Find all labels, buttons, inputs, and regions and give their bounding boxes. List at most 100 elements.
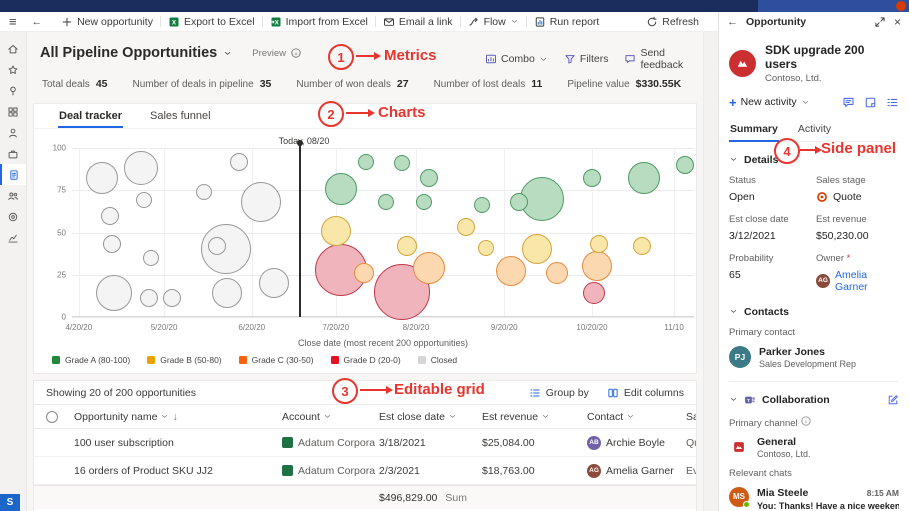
chart-bubble-grade-closed[interactable] — [140, 289, 158, 307]
panel-tab-summary[interactable]: Summary — [729, 119, 779, 141]
chart-bubble-grade-closed[interactable] — [143, 250, 159, 266]
compose-icon[interactable] — [887, 394, 899, 406]
toolbar-flow[interactable]: Flow — [461, 12, 526, 31]
new-activity-button[interactable]: New activity — [741, 96, 797, 108]
sidebar-item-home[interactable] — [0, 38, 26, 59]
toolbar-run-report[interactable]: Run report — [527, 12, 607, 31]
sidebar-item-accounts[interactable] — [0, 122, 26, 143]
filters-button[interactable]: Filters — [564, 53, 609, 65]
sidebar-item-recent[interactable] — [0, 59, 26, 80]
chart-bubble-grade-C[interactable] — [413, 252, 445, 284]
chart-bubble-grade-C[interactable] — [496, 256, 526, 286]
sidebar-item-deals[interactable] — [0, 143, 26, 164]
tab-deal-tracker[interactable]: Deal tracker — [58, 106, 123, 127]
cell-est-revenue[interactable]: $25,084.00 — [478, 437, 583, 449]
chart-bubble-grade-closed[interactable] — [259, 268, 289, 298]
chart-bubble-grade-C[interactable] — [354, 263, 374, 283]
chat-item[interactable]: MSMia Steele8:15 AMYou: Thanks! Have a n… — [729, 487, 899, 511]
chart-bubble-grade-D[interactable] — [583, 282, 605, 304]
tasks-icon[interactable] — [886, 96, 899, 109]
sidebar-item-dashboards[interactable] — [0, 101, 26, 122]
panel-tab-activity[interactable]: Activity — [797, 119, 832, 141]
chart-bubble-grade-B[interactable] — [590, 235, 608, 253]
chart-bubble-grade-B[interactable] — [478, 240, 494, 256]
cell-contact[interactable]: ABArchie Boyle — [583, 436, 682, 450]
chart-bubble-grade-closed[interactable] — [196, 184, 212, 200]
sidebar-item-pinned[interactable] — [0, 80, 26, 101]
chart-bubble-grade-closed[interactable] — [103, 235, 121, 253]
combo-chart-selector[interactable]: Combo — [485, 53, 548, 65]
close-panel-icon[interactable]: × — [894, 15, 901, 29]
cell-opportunity-name[interactable]: 16 orders of Product SKU JJ2 — [70, 465, 278, 477]
sidebar-item-contacts[interactable] — [0, 185, 26, 206]
toolbar-email-a-link[interactable]: Email a link — [376, 12, 460, 31]
chart-bubble-grade-A[interactable] — [676, 156, 694, 174]
user-avatar[interactable] — [896, 1, 906, 11]
primary-contact-card[interactable]: PJ Parker Jones Sales Development Rep — [729, 346, 899, 369]
column-header-contact[interactable]: Contact — [583, 411, 682, 423]
chart-bubble-grade-B[interactable] — [321, 216, 351, 246]
cell-account[interactable]: Adatum Corporation — [278, 465, 375, 477]
toolbar-import-from-excel[interactable]: XImport from Excel — [263, 12, 375, 31]
group-by-button[interactable]: Group by — [529, 387, 589, 399]
chart-bubble-grade-closed[interactable] — [163, 289, 181, 307]
chevron-down-icon[interactable] — [223, 49, 232, 58]
preview-toggle[interactable]: Preview — [252, 47, 302, 59]
channel-row[interactable]: General Contoso, Ltd. — [729, 436, 899, 459]
chart-bubble-grade-closed[interactable] — [136, 192, 152, 208]
chevron-down-icon[interactable] — [729, 307, 738, 316]
chart-bubble-grade-closed[interactable] — [124, 151, 158, 185]
chart-bubble-grade-A[interactable] — [583, 169, 601, 187]
chevron-down-icon[interactable] — [729, 155, 738, 164]
chart-bubble-grade-A[interactable] — [358, 154, 374, 170]
column-header-opportunity-name[interactable]: Opportunity name↓ — [70, 411, 278, 423]
view-title[interactable]: All Pipeline Opportunities — [40, 45, 217, 61]
back-arrow-icon[interactable]: ← — [26, 16, 55, 28]
chart-bubble-grade-A[interactable] — [420, 169, 438, 187]
chart-bubble-grade-closed[interactable] — [208, 237, 226, 255]
sidebar-item-opportunities[interactable] — [0, 164, 26, 185]
column-header-sa[interactable]: Sa — [682, 411, 696, 423]
note-icon[interactable] — [864, 96, 877, 109]
chart-bubble-grade-B[interactable] — [522, 234, 552, 264]
chart-bubble-grade-A[interactable] — [474, 197, 490, 213]
chat-icon[interactable] — [842, 96, 855, 109]
chart-bubble-grade-C[interactable] — [546, 262, 568, 284]
select-all-checkbox[interactable] — [46, 411, 58, 423]
expand-panel-icon[interactable] — [874, 16, 886, 28]
chart-bubble-grade-B[interactable] — [457, 218, 475, 236]
chevron-down-icon[interactable] — [801, 98, 810, 107]
cell-opportunity-name[interactable]: 100 user subscription — [70, 437, 278, 449]
cell-est-revenue[interactable]: $18,763.00 — [478, 465, 583, 477]
table-row[interactable]: 100 user subscriptionAdatum Corporation3… — [34, 429, 696, 457]
column-header-account[interactable]: Account — [278, 411, 375, 423]
tab-sales-funnel[interactable]: Sales funnel — [149, 106, 212, 127]
panel-back-icon[interactable]: ← — [727, 16, 738, 28]
chevron-down-icon[interactable] — [729, 395, 738, 404]
chart-bubble-grade-A[interactable] — [378, 194, 394, 210]
cell-est-close-date[interactable]: 3/18/2021 — [375, 437, 478, 449]
column-header-est-close-date[interactable]: Est close date — [375, 411, 478, 423]
chart-bubble-grade-closed[interactable] — [230, 153, 248, 171]
field-value[interactable]: AGAmelia Garner — [816, 269, 899, 293]
cell-est-close-date[interactable]: 2/3/2021 — [375, 465, 478, 477]
toolbar-export-to-excel[interactable]: XExport to Excel — [161, 12, 262, 31]
chart-bubble-grade-C[interactable] — [582, 251, 612, 281]
chart-bubble-grade-closed[interactable] — [212, 278, 242, 308]
main-scrollbar[interactable] — [703, 32, 718, 511]
chart-bubble-grade-A[interactable] — [394, 155, 410, 171]
send-feedback-button[interactable]: Send feedback — [624, 47, 703, 71]
chart-bubble-grade-B[interactable] — [397, 236, 417, 256]
refresh-button[interactable]: Refresh — [639, 12, 706, 31]
cell-account[interactable]: Adatum Corporation — [278, 437, 375, 449]
edit-columns-button[interactable]: Edit columns — [607, 387, 684, 399]
chart-bubble-grade-A[interactable] — [416, 194, 432, 210]
taskbar-start-badge[interactable]: S — [0, 494, 20, 511]
sidebar-item-competitors[interactable] — [0, 206, 26, 227]
chart-bubble-grade-closed[interactable] — [101, 207, 119, 225]
table-row[interactable]: 16 orders of Product SKU JJ2Adatum Corpo… — [34, 457, 696, 485]
chart-bubble-grade-A[interactable] — [325, 173, 357, 205]
hamburger-menu-icon[interactable]: ≡ — [0, 14, 26, 29]
column-header-est-revenue[interactable]: Est revenue — [478, 411, 583, 423]
chart-bubble-grade-closed[interactable] — [96, 275, 132, 311]
